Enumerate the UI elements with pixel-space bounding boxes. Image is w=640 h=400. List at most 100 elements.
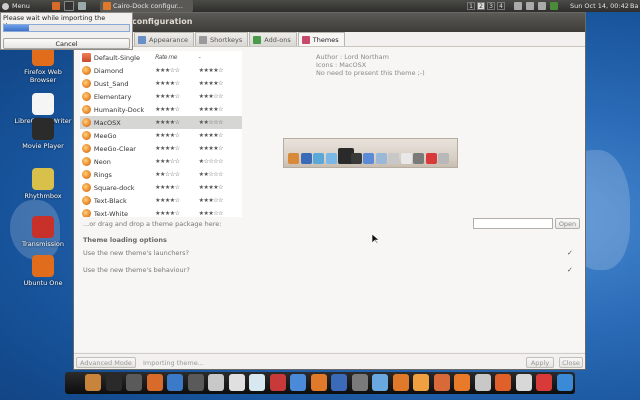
files-icon[interactable] <box>78 2 86 10</box>
theme-row[interactable]: Square-dock ★★★★☆ ★★★★☆ <box>80 181 242 194</box>
option-behaviour-checkbox[interactable]: ✓ <box>567 266 575 274</box>
theme-rating[interactable]: ★★☆☆☆ <box>155 171 198 178</box>
dock-launcher-icon[interactable] <box>536 374 552 391</box>
dock-launcher-icon[interactable] <box>372 374 388 391</box>
theme-rating[interactable]: ★★★★☆ <box>155 106 198 113</box>
theme-row[interactable]: Neon ★★★☆☆ ★☆☆☆☆ <box>80 155 242 168</box>
theme-row[interactable]: Diamond ★★★☆☆ ★★★★☆ <box>80 64 242 77</box>
house-icon <box>82 53 91 62</box>
dock-launcher-icon[interactable] <box>413 374 429 391</box>
dock-launcher-icon[interactable] <box>474 374 491 391</box>
tab-themes[interactable]: Themes <box>297 32 345 47</box>
dock-launcher-icon[interactable] <box>392 374 409 391</box>
theme-row[interactable]: Rings ★★☆☆☆ ★★☆☆☆ <box>80 168 242 181</box>
theme-row[interactable]: MeeGo-Clear ★★★★☆ ★★★★☆ <box>80 142 242 155</box>
dock-launcher-icon[interactable] <box>269 374 286 391</box>
desktop-icon[interactable]: Firefox Web Browser <box>12 44 74 84</box>
dock-launcher-icon[interactable] <box>433 374 450 391</box>
terminal-icon[interactable] <box>64 1 74 11</box>
open-button[interactable]: Open <box>555 218 580 229</box>
preview-app-icon <box>313 153 324 164</box>
dock-launcher-icon[interactable] <box>290 374 306 391</box>
theme-row[interactable]: Elementary ★★★★☆ ★★★☆☆ <box>80 90 242 103</box>
theme-row[interactable]: Dust_Sand ★★★★☆ ★★★★☆ <box>80 77 242 90</box>
theme-ball-icon <box>82 183 91 192</box>
desktop-icon[interactable]: Ubuntu One <box>12 255 74 287</box>
theme-list[interactable]: Default-Single Rate me - Diamond ★★★☆☆ ★★★★☆ D… <box>80 51 242 217</box>
preview-app-icon <box>325 153 337 164</box>
theme-rating[interactable]: ★★★★☆ <box>155 210 198 217</box>
dock-launcher-icon[interactable] <box>495 374 511 391</box>
cancel-button[interactable]: Cancel <box>3 38 130 49</box>
desktop-icon[interactable]: Rhythmbox <box>12 168 74 200</box>
dock-launcher-icon[interactable] <box>249 374 265 391</box>
theme-rating[interactable]: ★★★★☆ <box>155 80 198 87</box>
section-title: Theme loading options <box>83 236 167 244</box>
dock-launcher-icon[interactable] <box>351 374 368 391</box>
theme-row[interactable]: Humanity-Dock ★★★★☆ ★★★★☆ <box>80 103 242 116</box>
dock-launcher-icon[interactable] <box>105 374 122 391</box>
task-button[interactable]: Cairo-Dock configur... <box>100 0 193 12</box>
dock-launcher-icon[interactable] <box>454 374 470 391</box>
menu-label: Menu <box>12 2 30 10</box>
top-panel: Menu Cairo-Dock configur... 1 2 3 4 Sun … <box>0 0 640 12</box>
user-icon[interactable] <box>550 2 558 10</box>
dock-launcher-icon[interactable] <box>167 374 183 391</box>
theme-rating[interactable]: ★★★★☆ <box>155 132 198 139</box>
theme-rating[interactable]: ★★★★☆ <box>155 93 198 100</box>
dock-launcher-icon[interactable] <box>146 374 163 391</box>
desktop-icon[interactable]: Movie Player <box>12 118 74 150</box>
close-button[interactable]: Close <box>559 357 583 368</box>
preview-app-icon <box>375 153 387 164</box>
theme-rating[interactable]: ★★★☆☆ <box>155 67 198 74</box>
theme-rating[interactable]: ★★★★☆ <box>155 119 198 126</box>
tab-icon <box>253 35 262 44</box>
workspace-4[interactable]: 4 <box>497 2 505 10</box>
dock-launcher-icon[interactable] <box>126 374 142 391</box>
mail-icon[interactable] <box>514 2 522 10</box>
workspace-2[interactable]: 2 <box>477 2 485 10</box>
menu-button[interactable]: Menu <box>0 0 50 12</box>
network-icon[interactable] <box>526 2 534 10</box>
dock-launcher-icon[interactable] <box>208 374 224 391</box>
apply-button[interactable]: Apply <box>526 357 554 368</box>
theme-row[interactable]: Default-Single Rate me - <box>80 51 242 64</box>
theme-package-input[interactable] <box>473 218 553 229</box>
preview-app-icon <box>388 153 399 164</box>
workspace-3[interactable]: 3 <box>487 2 495 10</box>
volume-icon[interactable] <box>538 2 546 10</box>
desktop-icon-label: Transmission <box>22 240 64 248</box>
theme-rating[interactable]: ★★★☆☆ <box>155 158 198 165</box>
theme-rating[interactable]: Rate me <box>155 54 198 61</box>
dock-launcher-icon[interactable] <box>515 374 532 391</box>
theme-row[interactable]: MacOSX ★★★★☆ ★★☆☆☆ <box>80 116 242 129</box>
user-menu[interactable]: Ba <box>630 0 638 12</box>
theme-row[interactable]: Text-White ★★★★☆ ★★★☆☆ <box>80 207 242 217</box>
clock[interactable]: Sun Oct 14, 00:42 <box>570 0 629 12</box>
tab-appearance[interactable]: Appearance <box>134 32 195 46</box>
dock-launcher-icon[interactable] <box>85 374 101 391</box>
dock-launcher-icon[interactable] <box>331 374 347 391</box>
tab-shortkeys[interactable]: Shortkeys <box>195 32 249 46</box>
desktop-icon[interactable]: Transmission <box>12 216 74 248</box>
theme-rating[interactable]: ★★★★☆ <box>155 197 198 204</box>
window-titlebar[interactable]: configuration <box>74 13 585 32</box>
theme-sobriety: ★★★★☆ <box>198 132 224 139</box>
option-launchers-checkbox[interactable]: ✓ <box>567 249 575 257</box>
theme-rating[interactable]: ★★★★☆ <box>155 145 198 152</box>
tab-add-ons[interactable]: Add-ons <box>249 32 297 46</box>
theme-row[interactable]: Text-Black ★★★★☆ ★★★☆☆ <box>80 194 242 207</box>
cairo-dock <box>65 372 575 394</box>
theme-rating[interactable]: ★★★★☆ <box>155 184 198 191</box>
advanced-mode-button[interactable]: Advanced Mode <box>76 357 136 368</box>
dock-launcher-icon[interactable] <box>310 374 327 391</box>
dock-launcher-icon[interactable] <box>556 374 573 391</box>
firefox-icon[interactable] <box>52 2 60 10</box>
theme-sobriety: ★★★☆☆ <box>198 93 224 100</box>
dock-launcher-icon[interactable] <box>187 374 204 391</box>
tab-label: Themes <box>312 36 339 44</box>
theme-row[interactable]: MeeGo ★★★★☆ ★★★★☆ <box>80 129 242 142</box>
workspace-1[interactable]: 1 <box>467 2 475 10</box>
theme-name: MeeGo-Clear <box>93 144 136 153</box>
dock-launcher-icon[interactable] <box>228 374 245 391</box>
